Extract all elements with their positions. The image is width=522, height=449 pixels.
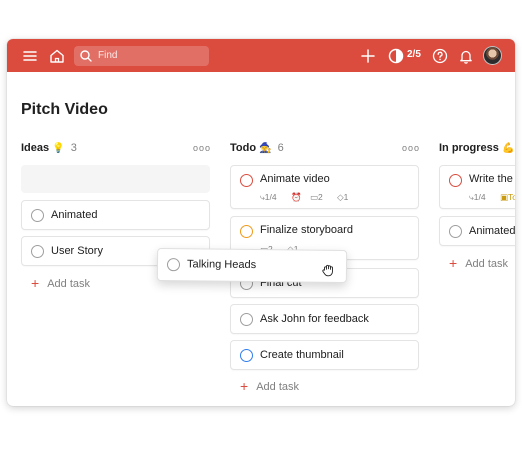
task-card[interactable]: Write the ⤷1/4 ▣To — [439, 165, 515, 209]
subtask-count: 1/4 — [264, 192, 277, 202]
search-input[interactable]: Find — [74, 46, 209, 66]
search-placeholder: Find — [98, 50, 118, 61]
search-icon — [79, 49, 93, 63]
wizard-icon: 🧙 — [259, 143, 272, 154]
plus-icon: + — [31, 275, 40, 291]
task-checkbox[interactable] — [240, 225, 253, 238]
bell-icon[interactable] — [457, 47, 475, 65]
task-card[interactable]: Animated — [439, 216, 515, 246]
task-checkbox[interactable] — [240, 349, 253, 362]
add-icon[interactable] — [359, 47, 377, 65]
column-title: In progress — [439, 142, 499, 154]
add-task-button[interactable]: + Add task — [240, 377, 299, 394]
grab-hand-icon — [321, 263, 335, 277]
task-name: Create thumbnail — [260, 349, 344, 361]
task-meta: ⤷1/4 ▣To — [469, 192, 515, 203]
task-name: Animated — [469, 225, 515, 237]
task-card[interactable]: Ask John for feedback — [230, 304, 419, 334]
task-meta: ⤷1/4 ⏰ ▭2 ◇1 — [260, 192, 360, 203]
comment-count: 2 — [317, 192, 323, 202]
add-task-button[interactable]: + Add task — [449, 254, 508, 271]
alarm-icon: ⏰ — [290, 192, 302, 202]
column-header-ideas: Ideas 💡 3 — [21, 142, 77, 154]
top-bar: Find 2/5 — [7, 39, 515, 72]
task-checkbox[interactable] — [449, 225, 462, 238]
task-name: Ask John for feedback — [260, 313, 369, 325]
lightbulb-icon: 💡 — [52, 143, 65, 154]
avatar[interactable] — [483, 46, 502, 65]
label-count: 1 — [343, 192, 349, 202]
add-task-button[interactable]: + Add task — [31, 274, 90, 291]
column-title: Ideas — [21, 142, 50, 154]
dragging-task-card[interactable]: Talking Heads — [156, 248, 348, 283]
task-checkbox[interactable] — [31, 245, 44, 258]
add-task-label: Add task — [465, 258, 508, 270]
column-count: 6 — [277, 142, 284, 154]
app-window: Find 2/5 Pitch Video Ideas 💡 3 ooo Anima… — [7, 39, 515, 406]
task-card[interactable]: Animate video ⤷1/4 ⏰ ▭2 ◇1 — [230, 165, 419, 209]
label-icon: ◇1 — [337, 192, 349, 202]
task-checkbox[interactable] — [240, 313, 253, 326]
task-card[interactable]: Create thumbnail — [230, 340, 419, 370]
task-name: Animated — [51, 209, 98, 221]
help-icon[interactable] — [431, 47, 449, 65]
task-checkbox[interactable] — [240, 174, 253, 187]
add-task-label: Add task — [256, 381, 299, 393]
task-checkbox[interactable] — [449, 174, 462, 187]
column-more-icon[interactable]: ooo — [402, 143, 420, 153]
task-checkbox[interactable] — [166, 258, 181, 272]
task-name: Finalize storyboard — [260, 224, 353, 236]
column-more-icon[interactable]: ooo — [193, 143, 211, 153]
task-name: User Story — [51, 245, 103, 257]
task-card[interactable]: Animated — [21, 200, 210, 230]
subtask-count: 1/4 — [473, 192, 486, 202]
home-icon[interactable] — [48, 47, 66, 65]
add-task-label: Add task — [47, 278, 90, 290]
date-label: To — [508, 192, 515, 202]
task-name: Write the — [469, 173, 513, 185]
comment-icon: ▭2 — [309, 192, 323, 202]
column-header-todo: Todo 🧙 6 — [230, 142, 284, 154]
flexed-biceps-icon: 💪 — [501, 143, 515, 154]
plus-icon: + — [240, 378, 249, 394]
column-title: Todo — [230, 142, 257, 154]
subtask-icon: ⤷1/4 — [260, 192, 277, 202]
column-header-in-progress: In progress 💪 — [439, 142, 514, 154]
task-name: Talking Heads — [186, 258, 257, 272]
karma-icon[interactable] — [387, 47, 405, 65]
column-count: 3 — [70, 142, 77, 154]
menu-icon[interactable] — [21, 47, 39, 65]
plus-icon: + — [449, 255, 458, 271]
subtask-icon: ⤷1/4 — [469, 192, 486, 202]
calendar-icon: ▣To — [499, 192, 515, 202]
page-title: Pitch Video — [21, 101, 108, 118]
drop-placeholder — [21, 165, 210, 193]
task-name: Animate video — [260, 173, 330, 185]
task-checkbox[interactable] — [31, 209, 44, 222]
karma-count[interactable]: 2/5 — [407, 49, 421, 60]
